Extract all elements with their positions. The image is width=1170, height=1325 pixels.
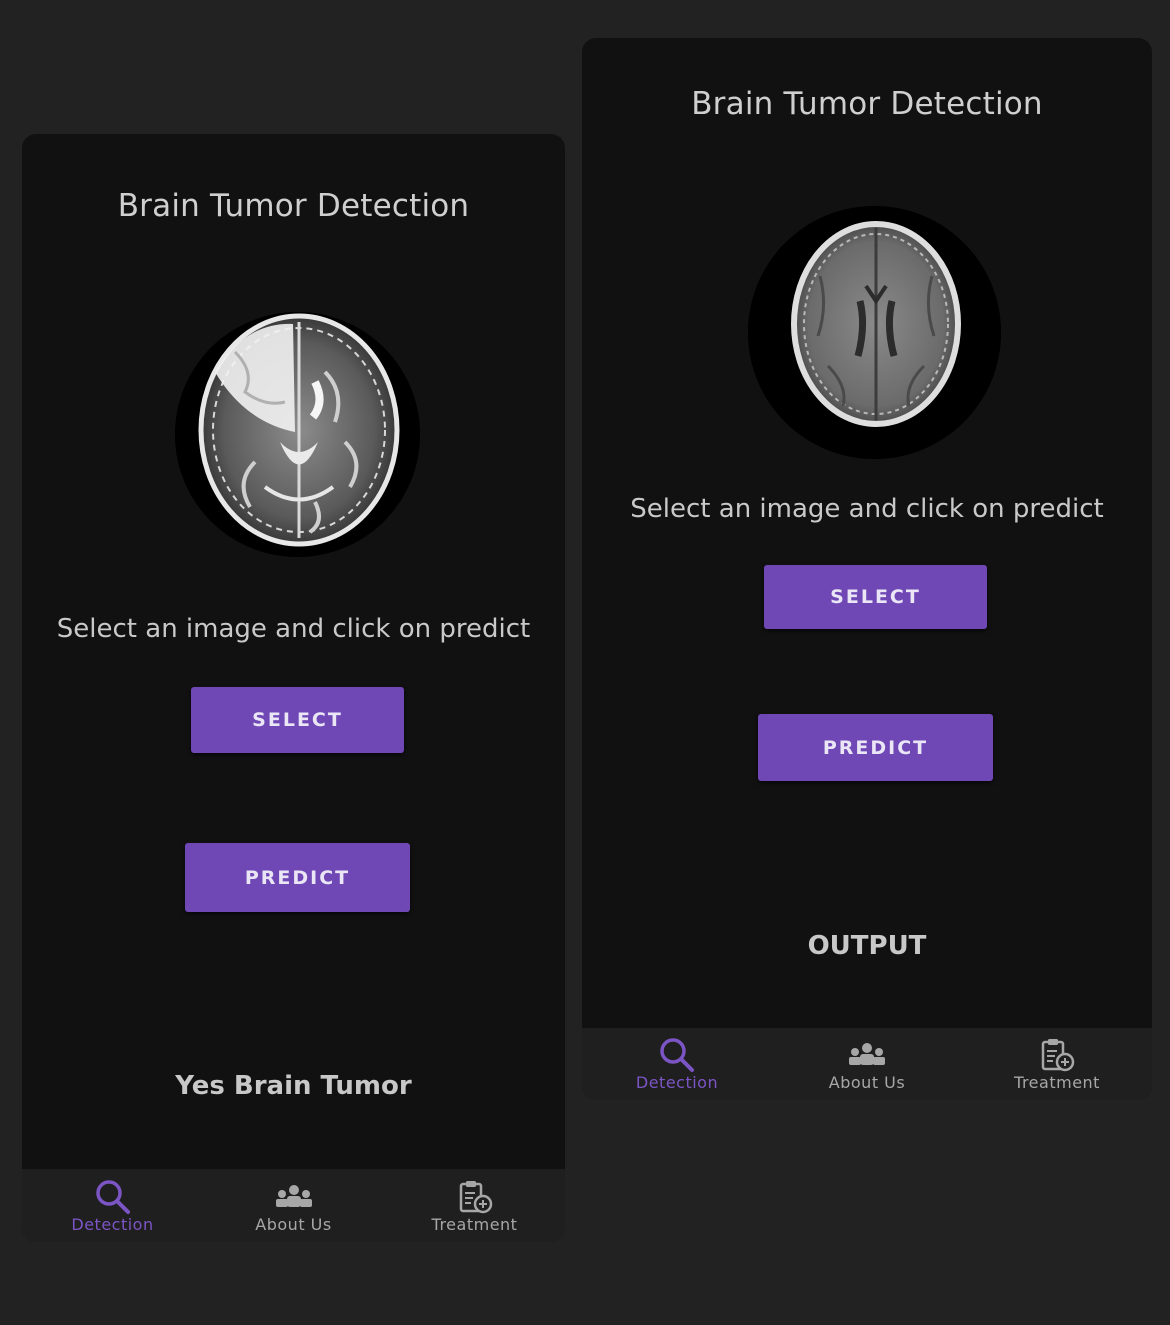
search-icon — [660, 1038, 694, 1072]
prediction-result: OUTPUT — [807, 931, 927, 961]
nav-item-treatment[interactable]: Treatment — [384, 1169, 565, 1242]
predict-button[interactable]: PREDICT — [185, 843, 410, 912]
search-icon — [95, 1180, 130, 1214]
mri-scan-image — [175, 312, 420, 557]
mri-scan-image — [748, 206, 1001, 459]
bottom-navigation: Detection About Us Treatment — [22, 1169, 565, 1242]
nav-item-about-us[interactable]: About Us — [203, 1169, 384, 1242]
group-icon — [275, 1185, 312, 1207]
nav-label-detection: Detection — [635, 1073, 719, 1092]
nav-item-about-us[interactable]: About Us — [772, 1028, 962, 1100]
app-title: Brain Tumor Detection — [117, 188, 470, 224]
nav-label-about-us: About Us — [255, 1215, 332, 1234]
group-icon — [849, 1043, 885, 1065]
instruction-text: Select an image and click on predict — [56, 614, 531, 644]
select-button[interactable]: SELECT — [764, 565, 987, 629]
nav-item-detection[interactable]: Detection — [22, 1169, 203, 1242]
bottom-navigation: Detection About Us Treatment — [582, 1028, 1152, 1100]
phone-screen-right: Brain Tumor Detection Select an image an… — [582, 38, 1152, 1100]
clipboard-icon — [459, 1181, 492, 1214]
nav-label-detection: Detection — [71, 1215, 154, 1234]
nav-label-treatment: Treatment — [1014, 1073, 1100, 1092]
app-title: Brain Tumor Detection — [691, 86, 1043, 122]
nav-label-treatment: Treatment — [431, 1215, 518, 1234]
nav-item-treatment[interactable]: Treatment — [962, 1028, 1152, 1100]
instruction-text: Select an image and click on predict — [630, 494, 1104, 524]
nav-label-about-us: About Us — [828, 1073, 906, 1092]
prediction-result: Yes Brain Tumor — [175, 1071, 412, 1101]
phone-screen-left: Brain Tumor Detection Select an image an… — [22, 134, 565, 1242]
nav-item-detection[interactable]: Detection — [582, 1028, 772, 1100]
predict-button[interactable]: PREDICT — [758, 714, 993, 781]
select-button[interactable]: SELECT — [191, 687, 404, 753]
clipboard-icon — [1041, 1039, 1075, 1072]
